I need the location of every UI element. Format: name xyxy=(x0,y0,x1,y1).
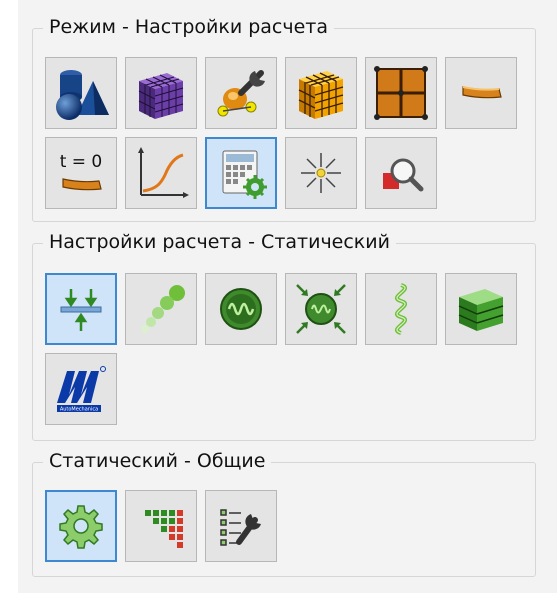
beam-element-icon xyxy=(462,86,502,99)
automechanics-button[interactable]: AutoMechanica xyxy=(45,353,117,425)
grid-frame-icon xyxy=(374,66,428,120)
group-title: Настройки расчета - Статический xyxy=(43,230,396,254)
oscillation-compression-button[interactable] xyxy=(285,273,357,345)
list-wrench-icon xyxy=(220,509,261,546)
loads-supports-button[interactable] xyxy=(45,273,117,345)
oscillation-button[interactable] xyxy=(205,273,277,345)
oscillation-compression-icon xyxy=(296,284,346,334)
sparkle-icon xyxy=(301,153,341,193)
grid-frame-button[interactable] xyxy=(365,57,437,129)
oscillation-icon xyxy=(220,288,262,330)
initial-state-icon: t = 0 xyxy=(60,152,103,191)
group-title: Режим - Настройки расчета xyxy=(43,15,334,39)
layered-box-icon xyxy=(458,289,504,331)
magnifier-results-icon xyxy=(383,158,424,192)
geometry-primitives-icon xyxy=(56,70,109,120)
sparkle-button[interactable] xyxy=(285,137,357,209)
automechanics-logo-icon: AutoMechanica xyxy=(57,366,106,413)
tools-model-button[interactable] xyxy=(205,57,277,129)
matrix-grid-icon xyxy=(145,510,183,548)
results-magnifier-button[interactable] xyxy=(365,137,437,209)
automechanics-logo-text: AutoMechanica xyxy=(60,407,98,413)
initial-state-label: t = 0 xyxy=(60,152,103,172)
curve-graph-icon xyxy=(138,147,189,198)
matrix-grid-button[interactable] xyxy=(125,490,197,562)
geometry-button[interactable] xyxy=(45,57,117,129)
list-settings-button[interactable] xyxy=(205,490,277,562)
group-title: Статический - Общие xyxy=(43,449,272,473)
layered-box-button[interactable] xyxy=(445,273,517,345)
tools-model-icon xyxy=(217,70,265,117)
loads-supports-icon xyxy=(60,289,102,331)
curve-graph-button[interactable] xyxy=(125,137,197,209)
initial-state-button[interactable]: t = 0 xyxy=(45,137,117,209)
mesh-cube-icon xyxy=(138,73,184,119)
spiral-spring-icon xyxy=(395,283,407,335)
beam-button[interactable] xyxy=(445,57,517,129)
chain-links-button[interactable] xyxy=(125,273,197,345)
material-cube-icon xyxy=(298,71,344,119)
calculation-settings-icon xyxy=(222,150,267,199)
material-button[interactable] xyxy=(285,57,357,129)
chain-links-icon xyxy=(141,285,185,333)
general-settings-button[interactable] xyxy=(45,490,117,562)
spiral-spring-button[interactable] xyxy=(365,273,437,345)
gear-icon xyxy=(59,505,103,549)
calculation-settings-button[interactable] xyxy=(205,137,277,209)
mesh-button[interactable] xyxy=(125,57,197,129)
